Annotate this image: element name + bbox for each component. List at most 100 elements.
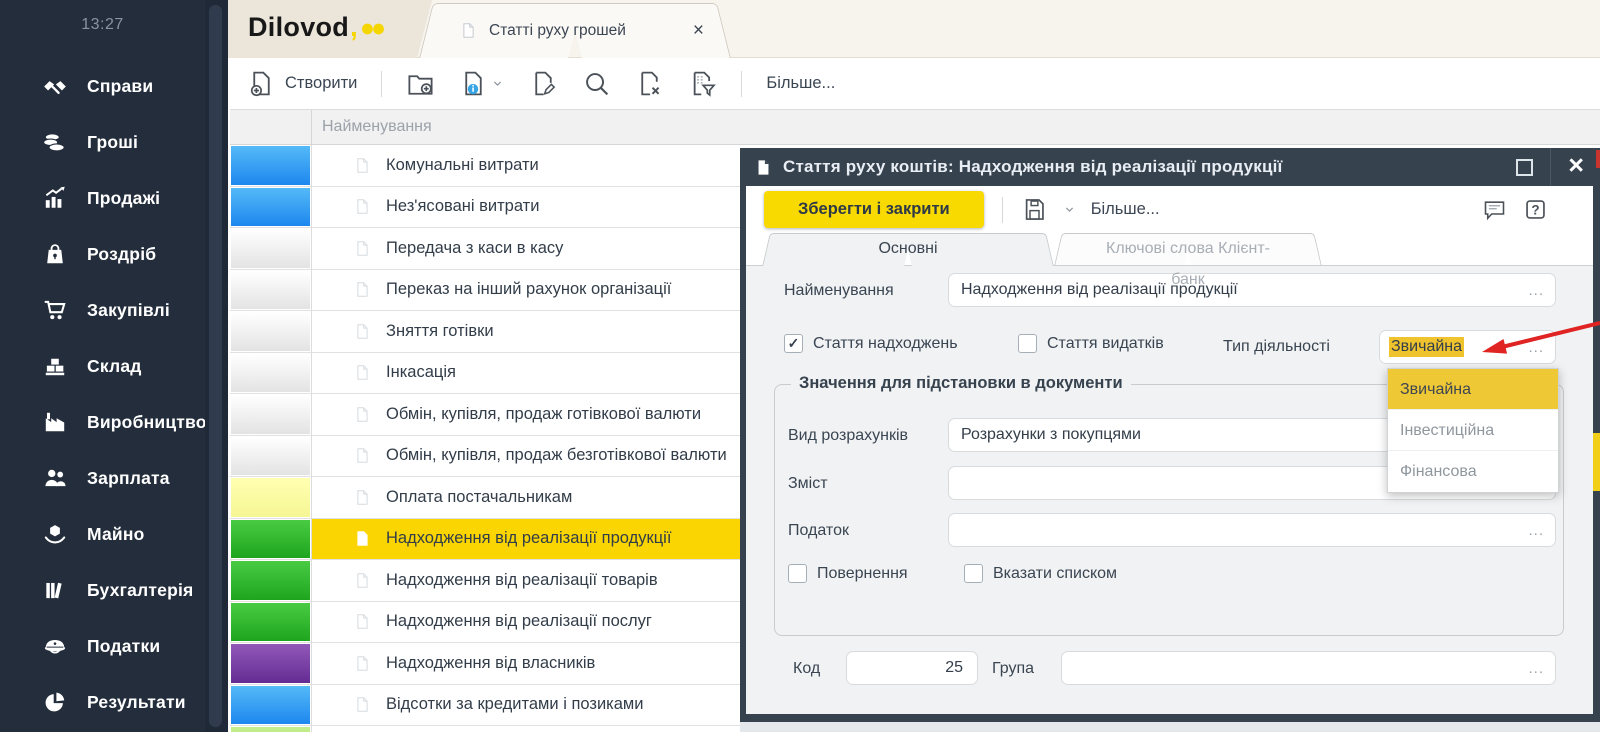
sidebar-item-purchases[interactable]: Закупівлі xyxy=(0,282,205,338)
document-icon xyxy=(354,404,371,425)
group-input[interactable]: ... xyxy=(1061,651,1556,685)
ellipsis-button[interactable]: ... xyxy=(1528,282,1544,299)
filter-button[interactable] xyxy=(688,69,717,98)
dropdown-option-selected[interactable]: Звичайна xyxy=(1388,369,1558,410)
new-folder-button[interactable] xyxy=(406,69,435,98)
tab-client-bank-keywords[interactable]: Ключові слова Клієнт-банк xyxy=(1054,233,1322,288)
open-card-button[interactable] xyxy=(459,69,505,98)
color-column-header xyxy=(230,110,312,144)
app-logo[interactable]: Dilovod,●● xyxy=(248,12,386,43)
close-icon[interactable]: × xyxy=(1568,152,1584,179)
sidebar-item-property[interactable]: Майно xyxy=(0,506,205,562)
checkbox-unchecked[interactable] xyxy=(964,564,983,583)
chevron-down-icon[interactable] xyxy=(1062,202,1077,217)
sidebar-item-label: Закупівлі xyxy=(87,299,170,320)
sidebar-item-accounting[interactable]: Бухгалтерія xyxy=(0,562,205,618)
scrollbar-thumb[interactable] xyxy=(209,5,222,727)
help-icon[interactable] xyxy=(1522,196,1549,223)
save-and-close-button[interactable]: Зберегти і закрити xyxy=(764,191,984,228)
income-article-checkbox[interactable]: ✓ Стаття надходжень xyxy=(784,334,958,353)
checkbox-checked[interactable]: ✓ xyxy=(784,334,803,353)
new-document-icon xyxy=(247,69,276,98)
below-dialog-strip xyxy=(740,722,1600,732)
chevron-down-icon[interactable] xyxy=(490,76,505,91)
background-window-sliver-yellow xyxy=(1593,433,1600,491)
cancel-search-button[interactable] xyxy=(635,69,664,98)
activity-type-input[interactable]: Звичайна ... xyxy=(1379,330,1556,364)
sidebar-item-label: Зарплата xyxy=(87,467,170,488)
tab-close-icon[interactable]: × xyxy=(693,21,704,40)
sidebar-item-deals[interactable]: Справи xyxy=(0,58,205,114)
dropdown-option[interactable]: Фінансова xyxy=(1388,451,1558,492)
document-icon xyxy=(354,321,371,342)
sidebar-item-production[interactable]: Виробництво xyxy=(0,394,206,450)
save-icon[interactable] xyxy=(1021,196,1048,223)
sidebar-item-label: Продажі xyxy=(87,187,161,208)
document-icon xyxy=(354,445,371,466)
ellipsis-button[interactable]: ... xyxy=(1528,660,1544,677)
comment-icon[interactable] xyxy=(1481,196,1508,223)
checkbox-label: Вказати списком xyxy=(993,564,1118,582)
sidebar-item-taxes[interactable]: Податки xyxy=(0,618,205,674)
color-swatch xyxy=(231,561,310,600)
checkbox-label: Стаття видатків xyxy=(1047,334,1164,352)
dialog-more-button[interactable]: Більше... xyxy=(1091,200,1160,219)
people-icon xyxy=(40,465,70,491)
activity-type-dropdown: Звичайна Інвестиційна Фінансова xyxy=(1387,368,1559,493)
dialog-titlebar[interactable]: Стаття руху коштів: Надходження від реал… xyxy=(740,148,1600,186)
settlement-type-label: Вид розрахунків xyxy=(788,427,909,444)
ellipsis-button[interactable]: ... xyxy=(1528,522,1544,539)
dialog-tabs: Основні Ключові слова Клієнт-банк xyxy=(746,233,1593,288)
checkbox-unchecked[interactable] xyxy=(1018,334,1037,353)
sidebar-item-retail[interactable]: Роздріб xyxy=(0,226,205,282)
retail-bag-icon xyxy=(40,241,70,267)
tax-field-label: Податок xyxy=(788,522,849,539)
code-value: 25 xyxy=(945,659,963,676)
document-icon xyxy=(354,279,371,300)
dropdown-option[interactable]: Інвестиційна xyxy=(1388,410,1558,451)
checkbox-unchecked[interactable] xyxy=(788,564,807,583)
more-button[interactable]: Більше... xyxy=(766,74,835,93)
sidebar-item-label: Податки xyxy=(87,635,161,656)
dialog-body: Зберегти і закрити Більше... Основні Клю… xyxy=(746,186,1593,714)
expense-article-checkbox[interactable]: Стаття видатків xyxy=(1018,334,1164,353)
name-column-header[interactable]: Найменування xyxy=(312,110,1600,144)
row-label: Обмін, купівля, продаж безготівкової вал… xyxy=(386,446,727,465)
content-field-label: Зміст xyxy=(788,475,828,492)
books-icon xyxy=(40,577,70,603)
color-swatch xyxy=(231,727,310,732)
return-checkbox[interactable]: Повернення xyxy=(788,564,908,583)
dialog-toolbar: Зберегти і закрити Більше... xyxy=(746,186,1593,233)
warehouse-icon xyxy=(40,353,70,379)
sidebar-item-warehouse[interactable]: Склад xyxy=(0,338,205,394)
specify-list-checkbox[interactable]: Вказати списком xyxy=(964,564,1117,583)
sidebar-scrollbar[interactable] xyxy=(205,0,228,732)
code-input[interactable]: 25 xyxy=(846,651,978,685)
sidebar-item-salary[interactable]: Зарплата xyxy=(0,450,205,506)
color-swatch xyxy=(231,519,310,558)
factory-icon xyxy=(40,409,70,435)
toolbar-separator xyxy=(381,70,383,97)
tab-main[interactable]: Основні xyxy=(762,233,1054,266)
document-icon xyxy=(460,20,477,41)
sidebar-item-sales[interactable]: Продажі xyxy=(0,170,205,226)
document-icon xyxy=(354,528,371,549)
tax-input[interactable]: ... xyxy=(948,513,1556,547)
edit-document-button[interactable] xyxy=(529,69,558,98)
row-label: Інкасація xyxy=(386,363,456,382)
document-icon xyxy=(354,155,371,176)
sidebar-item-label: Склад xyxy=(87,355,142,376)
row-label: Обмін, купівля, продаж готівкової валюти xyxy=(386,404,702,423)
search-button[interactable] xyxy=(582,69,611,98)
row-label: Надходження від реалізації товарів xyxy=(386,570,658,589)
color-swatch xyxy=(231,270,310,309)
ellipsis-button[interactable]: ... xyxy=(1528,339,1544,356)
sidebar-item-money[interactable]: Гроші xyxy=(0,114,205,170)
document-icon xyxy=(354,196,371,217)
sidebar-item-results[interactable]: Результати xyxy=(0,674,205,730)
sidebar-item-label: Роздріб xyxy=(87,243,157,264)
create-button[interactable]: Створити xyxy=(247,69,357,98)
maximize-icon[interactable] xyxy=(1516,158,1534,176)
handshake-icon xyxy=(40,73,70,99)
tab-money-articles[interactable]: Статті руху грошей × xyxy=(418,3,732,58)
